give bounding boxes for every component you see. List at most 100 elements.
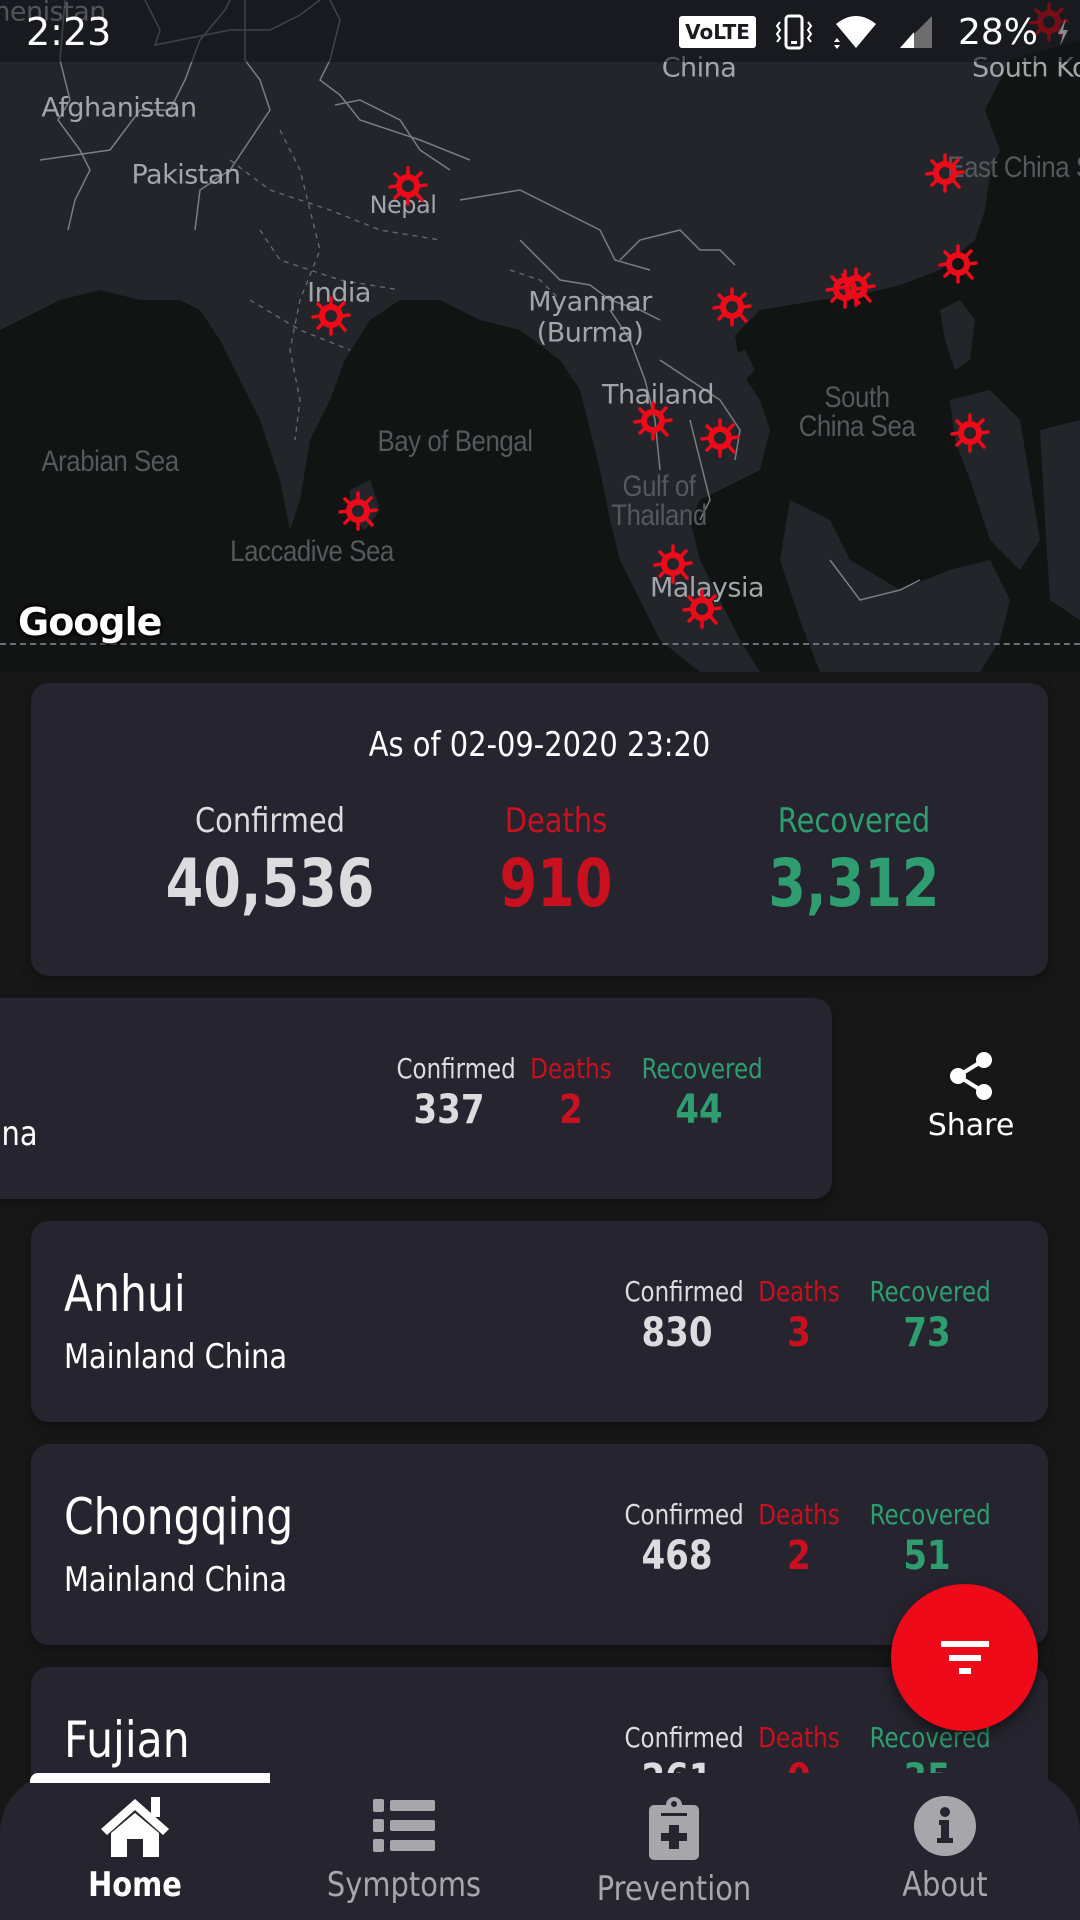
nav-tab-symptoms[interactable]: Symptoms xyxy=(304,1795,504,1915)
deaths-total: 910 xyxy=(499,845,613,922)
filter-fab-button[interactable] xyxy=(891,1584,1038,1731)
deaths-value: 2 xyxy=(559,1087,583,1133)
summary-deaths: Deaths 910 xyxy=(406,801,706,922)
recovered-label: Recovered xyxy=(777,801,931,841)
region-card-swiped[interactable]: China Confirmed337 Deaths2 Recovered44 xyxy=(0,998,832,1199)
wifi-icon xyxy=(833,16,876,49)
deaths-value: 2 xyxy=(787,1533,811,1579)
as-of-timestamp: As of 02-09-2020 23:20 xyxy=(368,725,711,765)
summary-card: As of 02-09-2020 23:20 Confirmed 40,536 … xyxy=(31,683,1048,976)
nav-tab-home[interactable]: Home xyxy=(35,1795,235,1915)
map-label-gulf-of-thailand-2: Thailand xyxy=(611,499,707,532)
virus-icon xyxy=(653,544,693,584)
virus-icon xyxy=(311,296,351,336)
map-label-burma: (Burma) xyxy=(536,317,644,349)
region-card-chongqing[interactable]: Chongqing Mainland China Confirmed 468 De… xyxy=(31,1444,1048,1645)
clipboard-plus-icon xyxy=(649,1797,699,1860)
status-time: 2:23 xyxy=(26,10,112,54)
region-name: Chongqing xyxy=(64,1488,294,1546)
recovered-value: 44 xyxy=(675,1087,723,1133)
recovered-label: Recovered xyxy=(869,1498,991,1531)
recovered-label: Recovered xyxy=(641,1052,763,1085)
deaths-label: Deaths xyxy=(758,1498,840,1531)
map-view[interactable]: menistan Afghanistan Pakistan Nepal Indi… xyxy=(0,0,1080,672)
map-label-laccadive-sea: Laccadive Sea xyxy=(230,535,394,568)
vibrate-icon xyxy=(775,14,813,50)
cell-signal-icon xyxy=(899,16,932,48)
region-name: Fujian xyxy=(64,1711,190,1769)
virus-marker-cambodia[interactable] xyxy=(700,418,740,458)
summary-confirmed: Confirmed 40,536 xyxy=(120,801,420,922)
virus-marker-taiwan[interactable] xyxy=(938,244,978,284)
region-country: Mainland China xyxy=(64,1560,288,1600)
virus-icon xyxy=(712,287,752,327)
virus-icon xyxy=(950,413,990,453)
virus-marker-shanghai[interactable] xyxy=(925,153,965,193)
virus-marker-india[interactable] xyxy=(311,296,351,336)
virus-icon xyxy=(633,401,673,441)
virus-marker-hong-kong[interactable] xyxy=(836,267,876,307)
virus-marker-vietnam[interactable] xyxy=(712,287,752,327)
virus-icon xyxy=(682,589,722,629)
list-icon xyxy=(373,1799,435,1852)
nav-tab-about[interactable]: About xyxy=(845,1795,1045,1915)
virus-icon xyxy=(938,244,978,284)
map-label-afghanistan: Afghanistan xyxy=(41,92,197,124)
virus-marker-nepal[interactable] xyxy=(388,166,428,206)
virus-icon xyxy=(700,418,740,458)
bottom-navigation: Home Symptoms Prevention About xyxy=(0,1773,1080,1920)
nav-tab-prevention[interactable]: Prevention xyxy=(574,1795,774,1915)
share-button[interactable]: Share xyxy=(915,1050,1027,1160)
virus-icon xyxy=(388,166,428,206)
app-root: menistan Afghanistan Pakistan Nepal Indi… xyxy=(0,0,1080,1920)
nav-label-home: Home xyxy=(88,1865,182,1905)
map-label-south-china-sea-2: China Sea xyxy=(798,410,916,443)
confirmed-value: 337 xyxy=(413,1087,485,1133)
confirmed-label: Confirmed xyxy=(624,1498,744,1531)
virus-icon xyxy=(338,491,378,531)
recovered-value: 73 xyxy=(903,1310,951,1356)
confirmed-value: 830 xyxy=(641,1310,713,1356)
battery-charging-icon xyxy=(1058,18,1068,46)
recovered-total: 3,312 xyxy=(768,845,940,922)
region-name: Anhui xyxy=(64,1265,186,1323)
filter-icon xyxy=(940,1640,989,1674)
confirmed-value: 468 xyxy=(641,1533,713,1579)
share-icon xyxy=(950,1052,992,1100)
region-country: China xyxy=(0,1114,38,1154)
map-label-arabian-sea: Arabian Sea xyxy=(41,445,179,478)
recovered-label: Recovered xyxy=(869,1275,991,1308)
battery-percent: 28% xyxy=(957,11,1038,53)
confirmed-total: 40,536 xyxy=(165,845,375,922)
deaths-label: Deaths xyxy=(758,1275,840,1308)
virus-marker-philippines[interactable] xyxy=(950,413,990,453)
virus-icon xyxy=(925,153,965,193)
active-tab-indicator xyxy=(30,1773,270,1783)
virus-marker-malaysia[interactable] xyxy=(653,544,693,584)
map-label-myanmar: Myanmar xyxy=(528,286,652,318)
virus-marker-sri-lanka[interactable] xyxy=(338,491,378,531)
equator-line xyxy=(0,643,1080,645)
confirmed-label: Confirmed xyxy=(624,1275,744,1308)
confirmed-label: Confirmed xyxy=(624,1721,744,1754)
confirmed-label: Confirmed xyxy=(396,1052,516,1085)
summary-recovered: Recovered 3,312 xyxy=(704,801,1004,922)
region-card-anhui[interactable]: Anhui Mainland China Confirmed 830 Deaths… xyxy=(31,1221,1048,1422)
deaths-value: 3 xyxy=(787,1310,811,1356)
recovered-value: 51 xyxy=(903,1533,951,1579)
nav-label-prevention: Prevention xyxy=(596,1869,752,1909)
virus-marker-singapore[interactable] xyxy=(682,589,722,629)
region-country: Mainland China xyxy=(64,1337,288,1377)
nav-label-about: About xyxy=(902,1865,988,1905)
deaths-label: Deaths xyxy=(758,1721,840,1754)
virus-icon xyxy=(836,267,876,307)
confirmed-label: Confirmed xyxy=(194,801,346,841)
info-icon xyxy=(914,1796,976,1856)
virus-marker-thailand[interactable] xyxy=(633,401,673,441)
map-label-east-china-sea: East China S xyxy=(947,151,1080,184)
map-label-pakistan: Pakistan xyxy=(131,159,241,191)
volte-icon: VoLTE xyxy=(679,16,756,48)
nav-label-symptoms: Symptoms xyxy=(326,1865,482,1905)
share-label: Share xyxy=(927,1108,1015,1143)
status-bar: 2:23 VoLTE 28% xyxy=(0,0,1080,62)
